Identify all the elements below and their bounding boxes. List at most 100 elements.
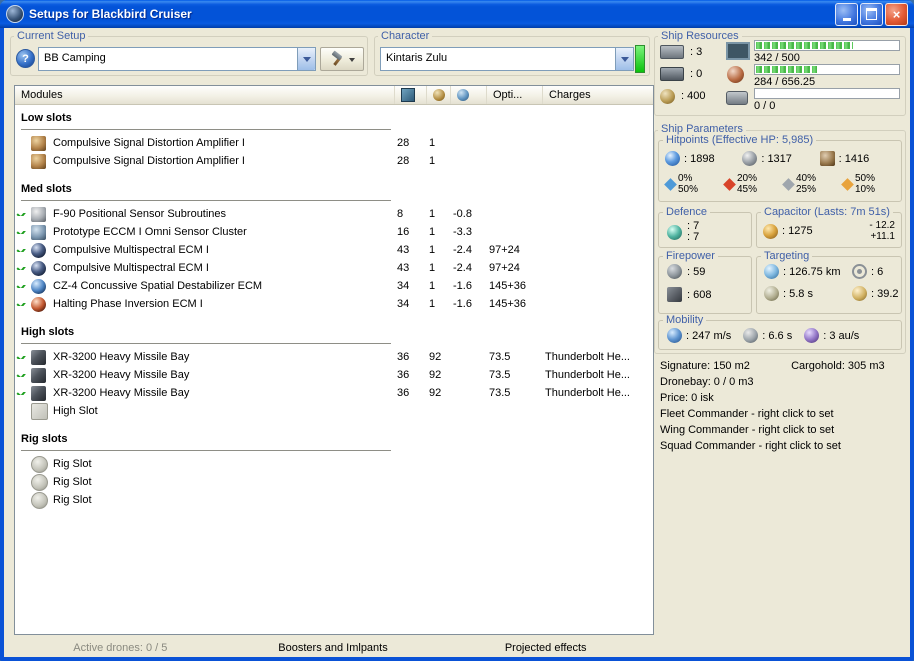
help-button[interactable]: ? bbox=[16, 49, 35, 68]
projected-effects-tab[interactable]: Projected effects bbox=[439, 642, 652, 654]
module-cpu: 28 bbox=[397, 155, 410, 167]
max-velocity: : 247 m/s bbox=[667, 328, 731, 343]
module-name: XR-3200 Heavy Missile Bay bbox=[53, 351, 190, 363]
capacitor-label: Capacitor (Lasts: 7m 51s) bbox=[761, 206, 893, 219]
signal-amplifier-icon bbox=[31, 153, 46, 169]
calibration-value: : 400 bbox=[681, 90, 706, 102]
module-active-check-icon bbox=[15, 355, 29, 359]
squad-commander-slot[interactable]: Squad Commander - right click to set bbox=[660, 438, 885, 454]
module-powergrid: 1 bbox=[429, 280, 436, 292]
armor-hp: : 1317 bbox=[742, 151, 819, 166]
drone-bay-icon bbox=[726, 91, 748, 105]
charges-column-header[interactable]: Charges bbox=[543, 86, 653, 104]
max-velocity-icon bbox=[667, 328, 682, 343]
cpu-icon bbox=[726, 42, 750, 60]
empty-slot-row[interactable]: Rig Slot bbox=[15, 455, 653, 473]
shield-recharge-icon bbox=[667, 224, 682, 240]
mobility-label: Mobility bbox=[663, 314, 707, 327]
empty-high-slot-icon bbox=[31, 402, 48, 420]
module-row[interactable]: Compulsive Multispectral ECM I 43 1 -2.4 97+… bbox=[15, 241, 653, 259]
targeting-range: : 126.75 km bbox=[764, 264, 852, 279]
module-cpu: 34 bbox=[397, 298, 410, 310]
module-icon-cell bbox=[29, 455, 53, 473]
slot-group-title: Med slots bbox=[21, 183, 72, 195]
mobility-panel: Mobility : 247 m/s : 6.6 s : 3 au/s bbox=[658, 314, 902, 350]
active-drones-tab[interactable]: Active drones: 0 / 5 bbox=[14, 642, 227, 654]
empty-slot-row[interactable]: High Slot bbox=[15, 402, 653, 420]
price-value: Price: 0 isk bbox=[660, 392, 714, 404]
module-name: Compulsive Multispectral ECM I bbox=[53, 262, 209, 274]
module-powergrid: 92 bbox=[429, 369, 442, 381]
agility-icon bbox=[743, 328, 759, 343]
armor-icon bbox=[742, 151, 758, 166]
module-name: Compulsive Signal Distortion Amplifier I bbox=[53, 137, 245, 149]
cpu-column-header[interactable] bbox=[395, 86, 427, 104]
missile-launcher-icon bbox=[31, 367, 46, 383]
warp-speed: : 3 au/s bbox=[804, 328, 859, 343]
module-row[interactable]: XR-3200 Heavy Missile Bay 36 92 73.5 Thunder… bbox=[15, 384, 653, 402]
setup-combo[interactable]: BB Camping bbox=[38, 47, 316, 71]
empty-rig-slot-icon bbox=[31, 491, 48, 509]
module-name: Halting Phase Inversion ECM I bbox=[53, 298, 203, 310]
setup-combo-arrow-icon[interactable] bbox=[297, 48, 315, 70]
character-combo[interactable]: Kintaris Zulu bbox=[380, 47, 634, 71]
warp-speed-value: : 3 au/s bbox=[823, 329, 860, 342]
empty-slot-row[interactable]: Rig Slot bbox=[15, 491, 653, 509]
modules-table-header: Modules Opti... Charges bbox=[15, 86, 653, 105]
module-active-check-icon bbox=[15, 373, 29, 377]
modules-column-header[interactable]: Modules bbox=[15, 86, 395, 104]
titlebar[interactable]: Setups for Blackbird Cruiser × bbox=[0, 0, 914, 28]
character-combo-arrow-icon[interactable] bbox=[615, 48, 633, 70]
wing-commander-slot[interactable]: Wing Commander - right click to set bbox=[660, 422, 885, 438]
module-row[interactable]: XR-3200 Heavy Missile Bay 36 92 73.5 Thunder… bbox=[15, 348, 653, 366]
module-active-check-icon bbox=[15, 248, 29, 252]
module-row[interactable]: XR-3200 Heavy Missile Bay 36 92 73.5 Thunder… bbox=[15, 366, 653, 384]
structure-hp-value: : 1416 bbox=[838, 152, 870, 165]
fleet-commander-slot[interactable]: Fleet Commander - right click to set bbox=[660, 406, 885, 422]
missile-firepower: : 608 bbox=[659, 280, 751, 303]
capacitor-balance: - 12.2 +11.1 bbox=[869, 220, 895, 242]
missile-damage-icon bbox=[667, 287, 682, 302]
empty-rig-slot-icon bbox=[31, 455, 48, 473]
empty-slot-row[interactable]: Rig Slot bbox=[15, 473, 653, 491]
module-row[interactable]: CZ-4 Concussive Spatial Destabilizer ECM… bbox=[15, 277, 653, 295]
module-powergrid: 92 bbox=[429, 387, 442, 399]
module-cpu: 28 bbox=[397, 137, 410, 149]
em-resist-icon bbox=[664, 177, 677, 191]
module-row[interactable]: Halting Phase Inversion ECM I 34 1 -1.6 145+… bbox=[15, 295, 653, 313]
module-optimal-range: 73.5 bbox=[489, 369, 511, 381]
turret-hardpoints-icon bbox=[660, 45, 684, 59]
module-row[interactable]: Prototype ECCM I Omni Sensor Cluster 16 1 -… bbox=[15, 223, 653, 241]
slot-group-header: High slots bbox=[21, 326, 391, 344]
cargohold-value: Cargohold: 305 m3 bbox=[791, 360, 885, 372]
capacitor-recharge-value: +11.1 bbox=[870, 231, 895, 242]
capacitor-column-header[interactable] bbox=[451, 86, 487, 104]
module-row[interactable]: Compulsive Signal Distortion Amplifier I… bbox=[15, 134, 653, 152]
optimal-column-header[interactable]: Opti... bbox=[487, 86, 543, 104]
thermal-resists: 20% 45% bbox=[722, 173, 781, 195]
targeting-range-icon bbox=[764, 264, 779, 279]
slot-group-header: Rig slots bbox=[21, 433, 391, 451]
hitpoints-label: Hitpoints (Effective HP: 5,985) bbox=[663, 134, 817, 147]
missile-launcher-icon bbox=[31, 385, 46, 401]
module-row[interactable]: Compulsive Multispectral ECM I 43 1 -2.4 97+… bbox=[15, 259, 653, 277]
module-charge: Thunderbolt He... bbox=[545, 387, 630, 399]
minimize-button[interactable] bbox=[835, 2, 858, 26]
module-cap-use: -2.4 bbox=[453, 262, 472, 274]
module-row[interactable]: F-90 Positional Sensor Subroutines 8 1 -0.8 bbox=[15, 205, 653, 223]
ecm-multispectral-icon bbox=[31, 242, 46, 258]
cpu-bar-text: 342 / 500 bbox=[754, 52, 800, 64]
powergrid-column-header[interactable] bbox=[427, 86, 451, 104]
module-cpu: 8 bbox=[397, 208, 404, 220]
close-button[interactable]: × bbox=[885, 2, 908, 26]
sensor-strength: : 39.2 bbox=[852, 286, 899, 301]
maximize-button[interactable] bbox=[860, 2, 883, 26]
setup-tools-button[interactable] bbox=[320, 47, 364, 71]
slot-group-title: Low slots bbox=[21, 112, 72, 124]
powergrid-icon bbox=[727, 66, 744, 83]
boosters-implants-tab[interactable]: Boosters and Imlpants bbox=[227, 642, 440, 654]
powergrid-bar bbox=[754, 64, 900, 75]
module-row[interactable]: Compulsive Signal Distortion Amplifier I… bbox=[15, 152, 653, 170]
module-cap-use: -3.3 bbox=[453, 226, 472, 238]
module-powergrid: 1 bbox=[429, 155, 436, 167]
